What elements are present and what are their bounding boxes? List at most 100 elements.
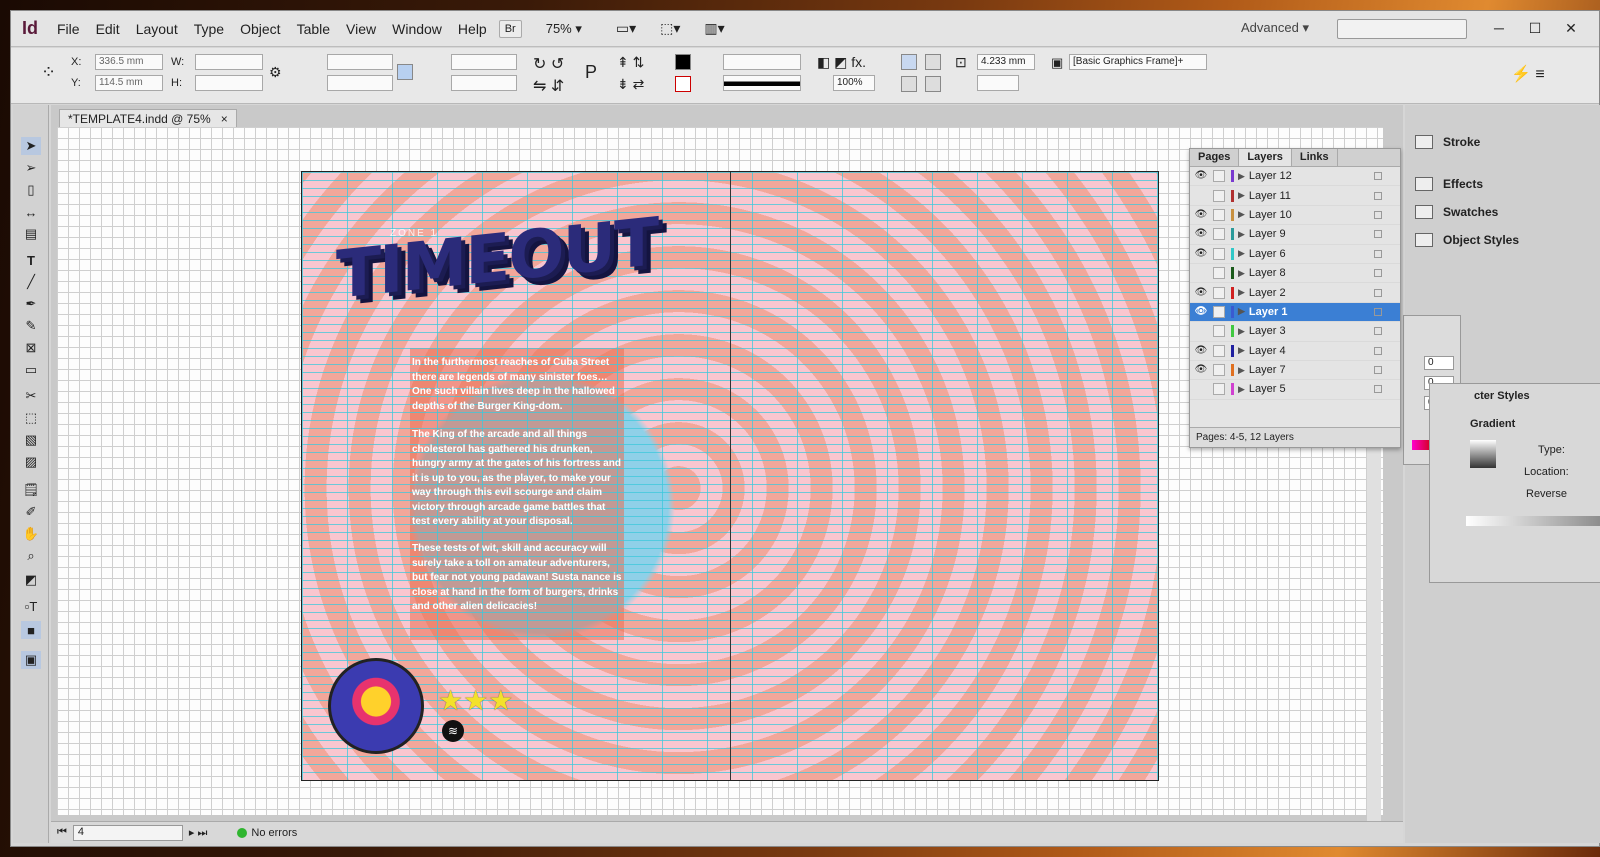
- menu-object[interactable]: Object: [232, 21, 288, 37]
- page-spread[interactable]: ZONE 1 TIMEOUT In the furthermost reache…: [301, 171, 1159, 781]
- expand-triangle-icon[interactable]: ▶: [1238, 365, 1245, 376]
- layer-row[interactable]: ▶ Layer 11: [1190, 186, 1400, 206]
- hand-tool-icon[interactable]: ✋: [21, 525, 41, 543]
- object-style-select[interactable]: [Basic Graphics Frame]+: [1069, 54, 1207, 70]
- fill-swatch-icon[interactable]: [675, 54, 691, 70]
- layer-row[interactable]: 👁 ▶ Layer 9: [1190, 225, 1400, 245]
- eye-icon[interactable]: 👁: [1193, 345, 1209, 357]
- tab-links[interactable]: Links: [1292, 149, 1338, 166]
- menu-type[interactable]: Type: [186, 21, 232, 37]
- layer-row[interactable]: 👁 ▶ Layer 10: [1190, 206, 1400, 226]
- layer-row[interactable]: 👁 ▶ Layer 6: [1190, 245, 1400, 264]
- workspace-switcher[interactable]: Advanced ▾: [1241, 20, 1309, 36]
- layer-selection-square[interactable]: [1374, 269, 1382, 278]
- menu-window[interactable]: Window: [384, 21, 450, 37]
- layer-selection-square[interactable]: [1374, 385, 1382, 394]
- document-tab[interactable]: *TEMPLATE4.indd @ 75% ×: [59, 109, 237, 127]
- layer-row[interactable]: ▶ Layer 3: [1190, 322, 1400, 342]
- eye-icon[interactable]: 👁: [1193, 364, 1209, 376]
- layer-selection-square[interactable]: [1374, 191, 1382, 200]
- effects-icons[interactable]: ◧ ◩ fx.: [817, 54, 866, 71]
- layer-selection-square[interactable]: [1374, 249, 1382, 258]
- lock-toggle[interactable]: [1213, 383, 1225, 396]
- bridge-button[interactable]: Br: [498, 19, 522, 38]
- menu-help[interactable]: Help: [450, 21, 495, 37]
- preflight-status-text[interactable]: No errors: [251, 827, 297, 839]
- layer-selection-square[interactable]: [1374, 172, 1382, 181]
- line-tool-icon[interactable]: ╱: [21, 273, 41, 291]
- expand-triangle-icon[interactable]: ▶: [1238, 384, 1245, 395]
- type-tool-icon[interactable]: T: [21, 251, 41, 269]
- lock-toggle[interactable]: [1213, 170, 1225, 183]
- gradient-tab[interactable]: Gradient: [1470, 418, 1515, 430]
- layer-row[interactable]: 👁 ▶ Layer 7: [1190, 361, 1400, 381]
- eye-icon[interactable]: 👁: [1193, 248, 1209, 260]
- next-page-icon[interactable]: ▸ ⏭: [189, 826, 207, 840]
- fill-stroke-icon[interactable]: ◩: [21, 571, 41, 589]
- pasteboard[interactable]: ZONE 1 TIMEOUT In the furthermost reache…: [57, 127, 1383, 837]
- stroke-type-select[interactable]: [723, 75, 801, 91]
- expand-triangle-icon[interactable]: ▶: [1238, 209, 1245, 220]
- menu-table[interactable]: Table: [289, 21, 338, 37]
- eye-icon[interactable]: 👁: [1193, 287, 1209, 299]
- expand-triangle-icon[interactable]: ▶: [1238, 190, 1245, 201]
- reference-point-icon[interactable]: ⁘: [41, 62, 56, 83]
- layer-row[interactable]: 👁 ▶ Layer 4: [1190, 342, 1400, 361]
- color-value-1[interactable]: 0: [1424, 356, 1454, 370]
- layer-selection-square[interactable]: [1374, 288, 1382, 297]
- lock-toggle[interactable]: [1213, 305, 1225, 318]
- lock-toggle[interactable]: [1213, 286, 1225, 299]
- object-styles-panel-button[interactable]: Object Styles: [1415, 229, 1519, 251]
- height-field[interactable]: [195, 75, 263, 91]
- lock-toggle[interactable]: [1213, 189, 1225, 202]
- corner-size-field[interactable]: 4.233 mm: [977, 54, 1035, 70]
- tab-layers[interactable]: Layers: [1239, 149, 1292, 166]
- layer-selection-square[interactable]: [1374, 230, 1382, 239]
- expand-triangle-icon[interactable]: ▶: [1238, 326, 1245, 337]
- link-scale-icon[interactable]: [397, 64, 413, 80]
- scale-y-field[interactable]: [327, 75, 393, 91]
- expand-triangle-icon[interactable]: ▶: [1238, 287, 1245, 298]
- expand-triangle-icon[interactable]: ▶: [1238, 306, 1245, 317]
- layer-selection-square[interactable]: [1374, 210, 1382, 219]
- stroke-swatch-icon[interactable]: [675, 76, 691, 92]
- free-transform-tool-icon[interactable]: ⬚: [21, 409, 41, 427]
- expand-triangle-icon[interactable]: ▶: [1238, 345, 1245, 356]
- stroke-weight-select[interactable]: [723, 54, 801, 70]
- rectangle-frame-tool-icon[interactable]: ⊠: [21, 339, 41, 357]
- eye-icon[interactable]: 👁: [1193, 209, 1209, 221]
- wrap-around-icon[interactable]: [925, 54, 941, 70]
- lock-toggle[interactable]: [1213, 325, 1225, 338]
- view-options-icon[interactable]: ▭▾: [616, 20, 636, 37]
- gradient-swatch-tool-icon[interactable]: ▧: [21, 431, 41, 449]
- layer-row[interactable]: ▶ Layer 8: [1190, 264, 1400, 284]
- maximize-icon[interactable]: ☐: [1517, 17, 1553, 39]
- scissors-tool-icon[interactable]: ✂: [21, 387, 41, 405]
- pen-tool-icon[interactable]: ✒: [21, 295, 41, 313]
- minimize-icon[interactable]: ─: [1481, 17, 1517, 39]
- screen-mode-tool-icon[interactable]: ▣: [21, 651, 41, 669]
- layer-row[interactable]: 👁 ▶ Layer 2: [1190, 283, 1400, 303]
- close-tab-icon[interactable]: ×: [221, 112, 228, 126]
- lock-toggle[interactable]: [1213, 208, 1225, 221]
- menu-view[interactable]: View: [338, 21, 384, 37]
- gradient-ramp[interactable]: [1466, 516, 1600, 526]
- scale-x-field[interactable]: [327, 54, 393, 70]
- zoom-level-select[interactable]: 75% ▾: [546, 21, 582, 37]
- gap-tool-icon[interactable]: ↔: [21, 203, 41, 221]
- lock-toggle[interactable]: [1213, 267, 1225, 280]
- constrain-proportions-icon[interactable]: ⚙: [269, 64, 282, 81]
- zoom-tool-icon[interactable]: ⌕: [21, 547, 41, 565]
- select-container-icon[interactable]: ⇞ ⇅: [617, 54, 644, 71]
- stroke-panel-button[interactable]: Stroke: [1415, 131, 1480, 153]
- expand-triangle-icon[interactable]: ▶: [1238, 248, 1245, 259]
- close-icon[interactable]: ✕: [1553, 17, 1589, 39]
- swatches-panel-button[interactable]: Swatches: [1415, 201, 1498, 223]
- text-wrap-icon[interactable]: [901, 54, 917, 70]
- gradient-feather-tool-icon[interactable]: ▨: [21, 453, 41, 471]
- eyedropper-tool-icon[interactable]: ✐: [21, 503, 41, 521]
- rotation-field[interactable]: [451, 54, 517, 70]
- menu-layout[interactable]: Layout: [128, 21, 186, 37]
- eye-icon[interactable]: [1193, 190, 1209, 202]
- layer-row[interactable]: 👁 ▶ Layer 12: [1190, 167, 1400, 187]
